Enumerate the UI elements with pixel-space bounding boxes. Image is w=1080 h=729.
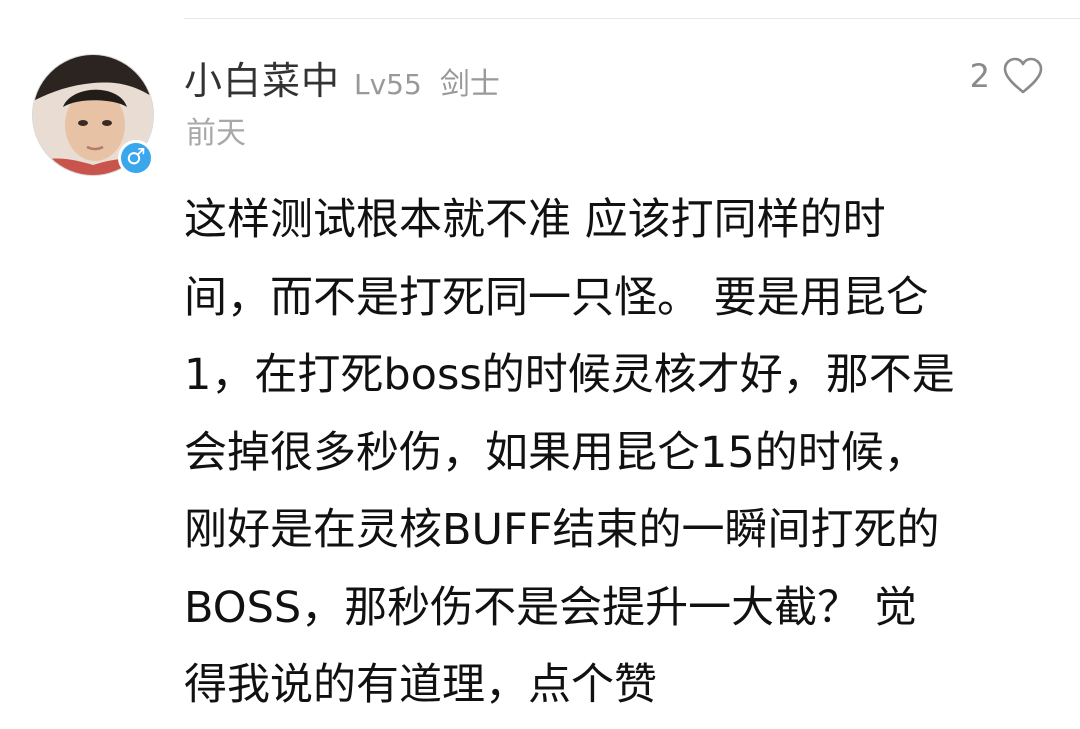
avatar-container[interactable]: ♂ bbox=[32, 54, 154, 176]
user-class: 剑士 bbox=[439, 67, 500, 102]
comment-line: 会掉很多秒伤，如果用昆仑15的时候， bbox=[184, 427, 927, 478]
heart-outline-icon[interactable] bbox=[1002, 57, 1044, 95]
comment-line: 这样测试根本就不准 应该打同样的时 bbox=[184, 195, 886, 245]
comment-line: 间，而不是打死同一只怪。 要是用昆仑 bbox=[184, 272, 929, 323]
user-level: Lv55 bbox=[354, 68, 422, 101]
comment-text: 这样测试根本就不准 应该打同样的时 间，而不是打死同一只怪。 要是用昆仑 1，在… bbox=[184, 182, 1064, 725]
comment-line: 得我说的有道理，点个赞 bbox=[184, 660, 657, 710]
user-info: 小白菜中 Lv55 剑士 bbox=[184, 50, 500, 103]
like-button[interactable]: 2 bbox=[970, 56, 1044, 96]
comment-line: BOSS，那秒伤不是会提升一大截？ 觉 bbox=[184, 582, 917, 633]
comment-line: 刚好是在灵核BUFF结束的一瞬间打死的 bbox=[184, 505, 940, 555]
like-count: 2 bbox=[969, 57, 990, 95]
comment-line: 1，在打死boss的时候灵核才好，那不是 bbox=[184, 350, 955, 400]
comment-timestamp: 前天 bbox=[186, 116, 246, 151]
male-icon: ♂ bbox=[118, 140, 154, 176]
username[interactable]: 小白菜中 bbox=[184, 50, 340, 105]
comment-item: ♂ 小白菜中 Lv55 剑士 前天 2 这样测试根本就不准 应该打同样的时 间，… bbox=[0, 0, 1080, 729]
